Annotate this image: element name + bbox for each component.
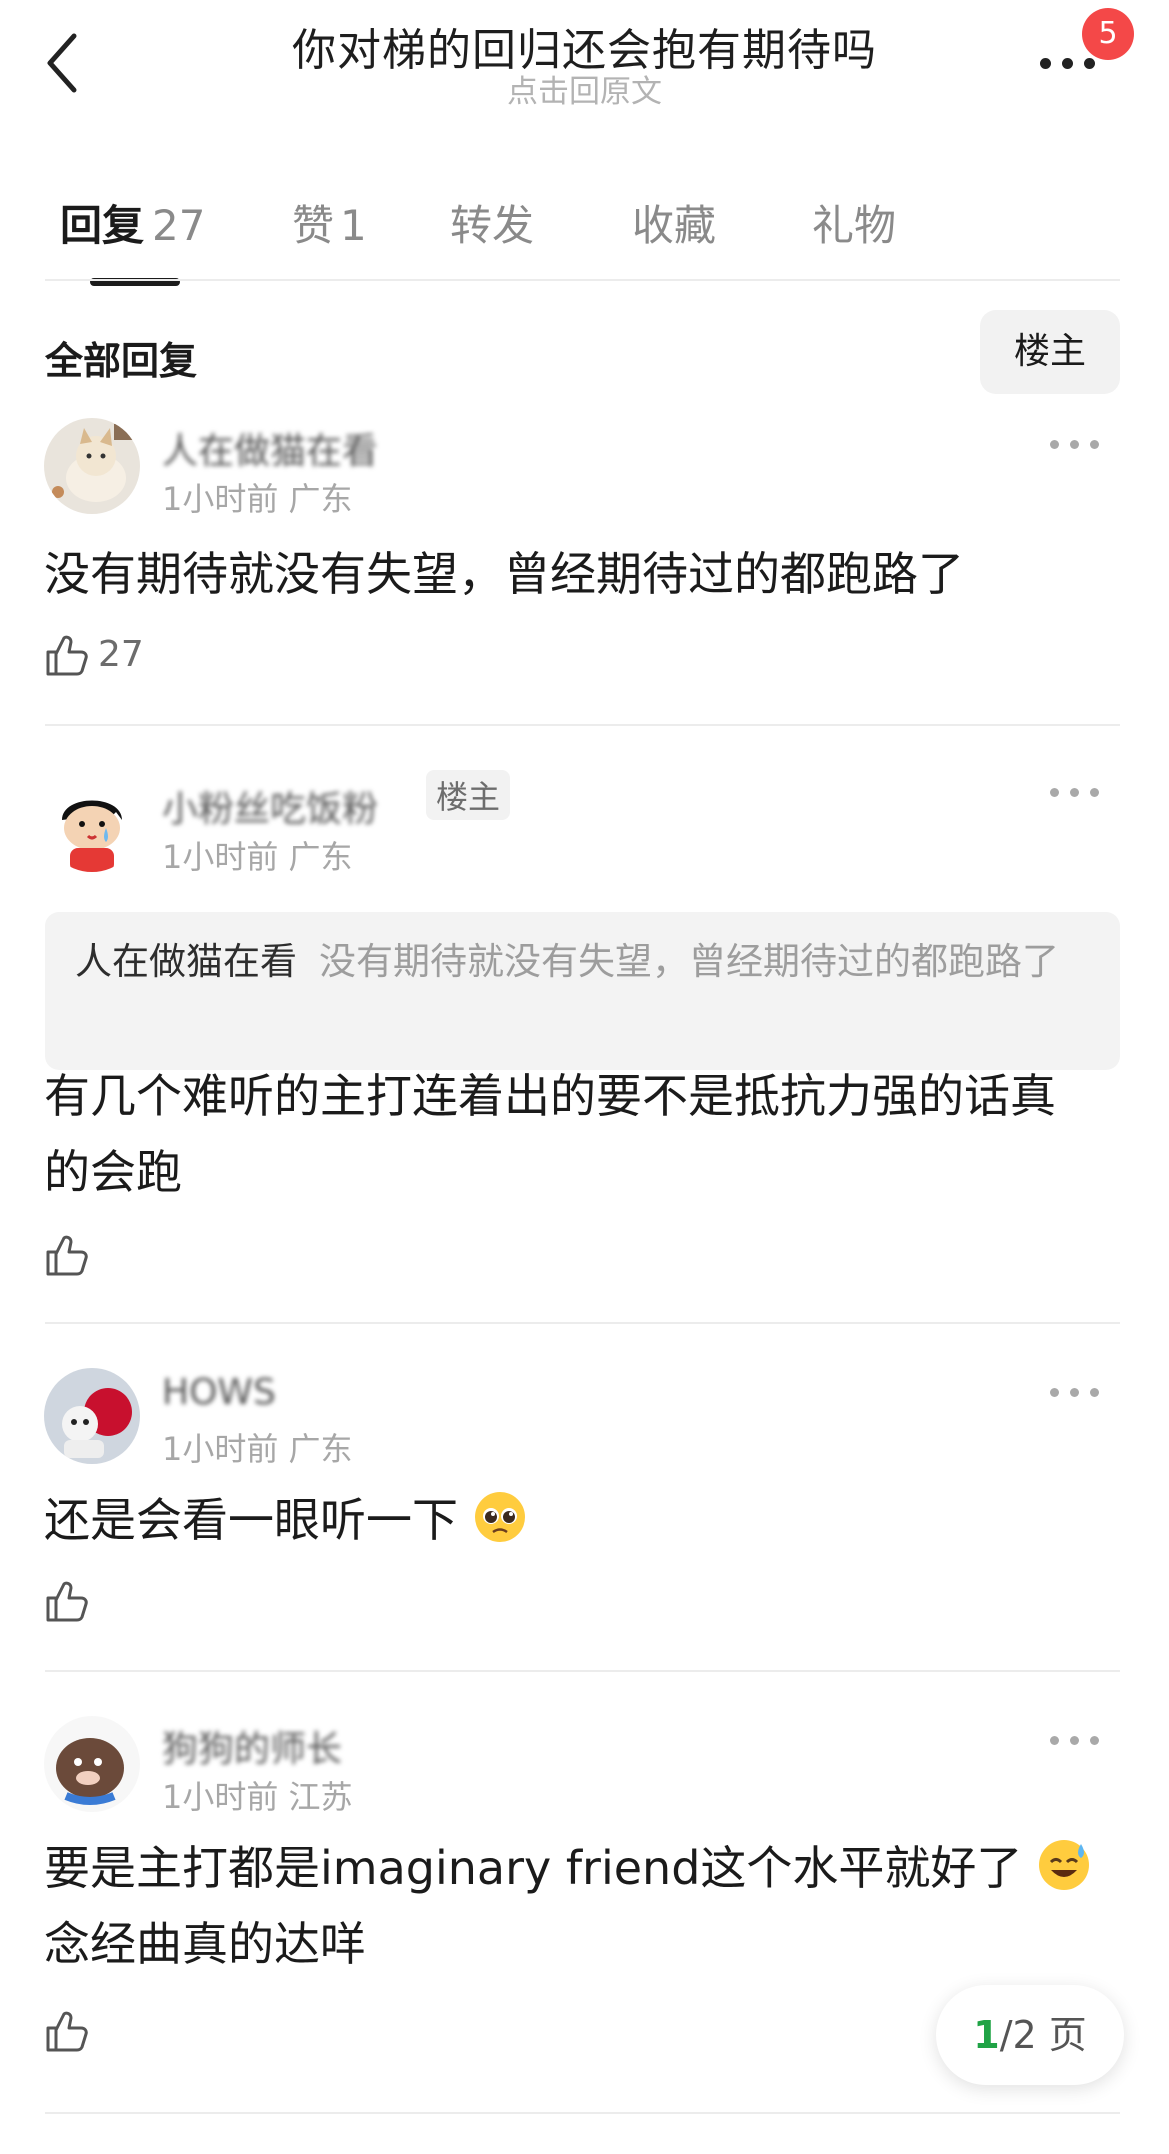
comment-text-content: 还是会看一眼听一下 — [44, 1493, 458, 1547]
avatar[interactable] — [44, 1716, 140, 1812]
more-dot-icon — [1070, 440, 1079, 449]
like-button[interactable] — [44, 1232, 90, 1278]
comment-more-button[interactable] — [1050, 1734, 1100, 1748]
comment-divider — [45, 2112, 1120, 2114]
username[interactable]: 小粉丝吃饭粉 — [162, 780, 378, 832]
more-dot-icon — [1050, 788, 1059, 797]
avatar-cartoon-image — [44, 776, 140, 872]
total-pages: /2 页 — [999, 2013, 1087, 2057]
tab-label: 赞 — [292, 201, 335, 250]
more-dot-icon — [1050, 1736, 1059, 1745]
more-dot-icon — [1090, 788, 1099, 797]
username[interactable]: HOWS — [162, 1372, 276, 1413]
comment-more-button[interactable] — [1050, 438, 1100, 452]
comment-location: 广东 — [288, 1430, 353, 1468]
comment-location: 广东 — [288, 838, 353, 876]
more-dot-icon — [1050, 1388, 1059, 1397]
comment-text-content: 要是主打都是imaginary friend这个水平就好了 — [44, 1841, 1023, 1895]
like-button[interactable] — [44, 2008, 90, 2054]
section-title: 全部回复 — [45, 339, 198, 383]
comment-text-line: 的会跑 — [44, 1145, 182, 1199]
like-button[interactable] — [44, 1578, 90, 1624]
comment-text-line: 要是主打都是imaginary friend这个水平就好了 — [44, 1830, 1091, 1906]
more-dot-icon — [1090, 1736, 1099, 1745]
more-dot-icon — [1062, 58, 1073, 69]
comment-divider — [45, 1670, 1120, 1672]
comment-more-button[interactable] — [1050, 786, 1100, 800]
avatar-cat-image — [44, 418, 140, 514]
username[interactable]: 人在做猫在看 — [162, 422, 378, 474]
tab-count: 1 — [340, 201, 367, 250]
avatar-toy-image — [44, 1368, 140, 1464]
thumbs-up-icon — [46, 1235, 88, 1276]
thumbs-up-icon — [46, 635, 88, 676]
comment-meta: 1小时前 广东 — [162, 1424, 353, 1470]
thumbs-up-icon — [46, 2011, 88, 2052]
tab-label: 回复 — [60, 201, 145, 250]
current-page: 1 — [973, 2013, 1000, 2057]
sweat-smile-emoji-icon — [1039, 1840, 1090, 1890]
tab-gifts[interactable]: 礼物 — [812, 192, 896, 253]
quote-author: 人在做猫在看 — [75, 940, 297, 983]
comment-text: 还是会看一眼听一下 — [44, 1482, 527, 1558]
more-dot-icon — [1070, 1388, 1079, 1397]
tab-likes[interactable]: 赞1 — [292, 192, 367, 253]
avatar[interactable] — [44, 1368, 140, 1464]
comment-divider — [45, 724, 1120, 726]
comment-text: 没有期待就没有失望，曾经期待过的都跑路了 — [44, 547, 964, 601]
more-dot-icon — [1090, 440, 1099, 449]
page-indicator[interactable]: 1/2 页 — [936, 1985, 1124, 2085]
comment-meta: 1小时前 广东 — [162, 474, 353, 520]
more-dot-icon — [1070, 1736, 1079, 1745]
comment-location: 江苏 — [288, 1778, 353, 1816]
avatar[interactable] — [44, 776, 140, 872]
comment-location: 广东 — [288, 480, 353, 518]
avatar-cartoon-image — [44, 1716, 140, 1812]
like-count: 27 — [98, 634, 144, 675]
tabs-divider — [45, 279, 1120, 281]
avatar[interactable] — [44, 418, 140, 514]
pleading-face-emoji-icon — [474, 1492, 525, 1542]
comment-text-line: 有几个难听的主打连着出的要不是抵抗力强的话真 — [44, 1069, 1056, 1123]
comment-meta: 1小时前 广东 — [162, 832, 353, 878]
more-dot-icon — [1040, 58, 1051, 69]
tab-reposts[interactable]: 转发 — [450, 192, 534, 253]
comment-meta: 1小时前 江苏 — [162, 1772, 353, 1818]
quoted-reply[interactable]: 人在做猫在看 没有期待就没有失望，曾经期待过的都跑路了 — [45, 912, 1120, 1070]
tab-count: 27 — [152, 201, 206, 250]
notification-badge: 5 — [1082, 8, 1134, 60]
more-dot-icon — [1070, 788, 1079, 797]
quote-content: 人在做猫在看 没有期待就没有失望，曾经期待过的都跑路了 — [75, 932, 1095, 992]
like-button[interactable] — [44, 632, 90, 678]
username[interactable]: 狗狗的师长 — [162, 1720, 342, 1772]
comment-more-button[interactable] — [1050, 1386, 1100, 1400]
comment-time: 1小时前 — [162, 838, 279, 876]
comment-time: 1小时前 — [162, 1778, 279, 1816]
comment-text-line: 念经曲真的达咩 — [44, 1917, 366, 1971]
owner-tag: 楼主 — [426, 770, 511, 820]
tab-replies[interactable]: 回复 27 — [60, 192, 205, 253]
more-dot-icon — [1084, 58, 1095, 69]
comment-time: 1小时前 — [162, 1430, 279, 1468]
comment-divider — [45, 1322, 1120, 1324]
owner-filter-button[interactable]: 楼主 — [980, 310, 1120, 394]
comment-time: 1小时前 — [162, 480, 279, 518]
more-dot-icon — [1050, 440, 1059, 449]
quote-text: 没有期待就没有失望，曾经期待过的都跑路了 — [319, 940, 1059, 983]
thumbs-up-icon — [46, 1581, 88, 1622]
view-original-link[interactable]: 点击回原文 — [0, 66, 1169, 111]
tab-favorites[interactable]: 收藏 — [632, 192, 716, 253]
more-dot-icon — [1090, 1388, 1099, 1397]
